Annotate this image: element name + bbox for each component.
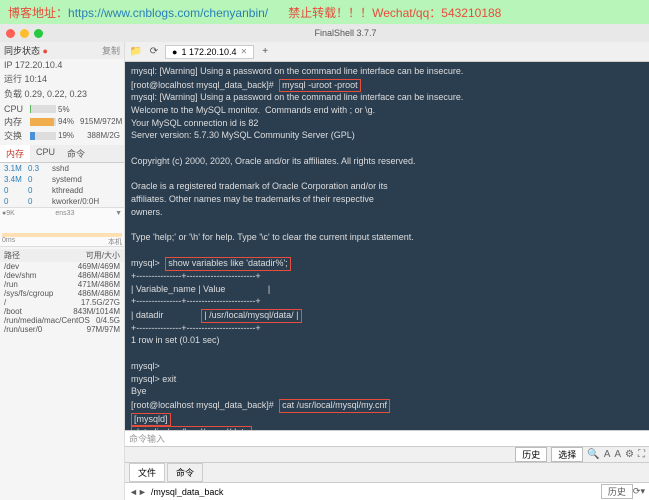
- add-tab-icon[interactable]: +: [258, 45, 272, 59]
- refresh-icon[interactable]: ⟳: [633, 486, 641, 497]
- fullscreen-icon[interactable]: ⛶: [638, 449, 645, 460]
- fs-row: /dev/shm486M/486M: [0, 271, 124, 280]
- sync-icon[interactable]: ⟳: [147, 45, 161, 59]
- sidebar: 同步状态 ● 复制 IP 172.20.10.4 运行 10:14 负载 0.2…: [0, 42, 125, 500]
- folder-icon[interactable]: 📁: [129, 45, 143, 59]
- window-titlebar: FinalShell 3.7.7: [0, 24, 649, 42]
- mem-meter: 内存94%915M/972M: [4, 115, 120, 128]
- hl-show-vars: show variables like 'datadir%';: [165, 257, 291, 271]
- sync-status: 同步状态: [4, 46, 40, 56]
- runtime-row: 运行 10:14: [0, 71, 124, 86]
- fs-row: /run/user/097M/97M: [0, 325, 124, 334]
- path-bar: ◄ ► 历史 ⟳ ▾: [125, 482, 649, 500]
- load-row: 负载 0.29, 0.22, 0.23: [0, 86, 124, 101]
- ip-row: IP 172.20.10.4: [0, 59, 124, 71]
- path-input[interactable]: [151, 487, 597, 497]
- session-tab[interactable]: ●1 172.20.10.4✕: [165, 45, 254, 59]
- tab-commands[interactable]: 命令: [167, 463, 203, 482]
- fs-row: /17.5G/27G: [0, 298, 124, 307]
- tab-files[interactable]: 文件: [129, 463, 165, 482]
- proc-row: 00kthreadd: [0, 185, 124, 196]
- net-chart: ●9Kens33▼ 0ms本机: [0, 207, 124, 247]
- process-tabs[interactable]: 内存 CPU 命令: [0, 145, 124, 163]
- fs-row: /run/media/mac/CentOS0/4.5G: [0, 316, 124, 325]
- status-bar: 历史 选择 🔍 A A ⚙ ⛶: [125, 446, 649, 462]
- path-history-button[interactable]: 历史: [601, 484, 633, 499]
- close-tab-icon[interactable]: ✕: [241, 47, 248, 56]
- toolbar: 📁 ⟳ ●1 172.20.10.4✕ +: [125, 42, 649, 62]
- hl-datadir-val: | /usr/local/mysql/data/ |: [201, 309, 301, 323]
- copy-link[interactable]: 复制: [102, 44, 120, 57]
- proc-row: 3.4M0systemd: [0, 174, 124, 185]
- tab-mem[interactable]: 内存: [0, 145, 30, 162]
- font-plus-icon[interactable]: A: [614, 449, 621, 460]
- filesystem-section: 路径可用/大小 /dev469M/469M /dev/shm486M/486M …: [0, 249, 124, 334]
- font-minus-icon[interactable]: A: [604, 449, 611, 460]
- gear-icon[interactable]: ⚙: [625, 449, 634, 460]
- more-icon[interactable]: ▾: [640, 486, 645, 497]
- close-icon[interactable]: [6, 29, 15, 38]
- fs-row: /dev469M/469M: [0, 262, 124, 271]
- tab-cmd[interactable]: 命令: [61, 145, 91, 162]
- hl-cat-cmd: cat /usr/local/mysql/my.cnf: [279, 399, 390, 413]
- proc-row: 3.1M0.3sshd: [0, 163, 124, 174]
- select-button[interactable]: 选择: [551, 447, 583, 462]
- proc-row: 00kworker/0:0H: [0, 196, 124, 207]
- command-input[interactable]: 命令输入: [129, 432, 165, 445]
- swap-meter: 交换19%388M/2G: [4, 129, 120, 142]
- blog-url[interactable]: https://www.cnblogs.com/chenyanbin/: [68, 6, 268, 20]
- minimize-icon[interactable]: [20, 29, 29, 38]
- tab-cpu[interactable]: CPU: [30, 145, 61, 162]
- hl-cmd-mysql: mysql -uroot -proot: [279, 79, 361, 93]
- fwd-icon[interactable]: ►: [138, 487, 147, 497]
- history-button[interactable]: 历史: [515, 447, 547, 462]
- fs-row: /boot843M/1014M: [0, 307, 124, 316]
- blog-banner: 博客地址：https://www.cnblogs.com/chenyanbin/…: [0, 0, 649, 24]
- back-icon[interactable]: ◄: [129, 487, 138, 497]
- terminal[interactable]: mysql: [Warning] Using a password on the…: [125, 62, 649, 430]
- bottom-tabs: 文件 命令: [125, 462, 649, 482]
- blog-url-label: 博客地址：https://www.cnblogs.com/chenyanbin/: [8, 4, 268, 21]
- window-title: FinalShell 3.7.7: [48, 28, 643, 38]
- banner-warning: 禁止转载！！！Wechat/qq：543210188: [288, 4, 501, 21]
- fs-row: /run471M/486M: [0, 280, 124, 289]
- maximize-icon[interactable]: [34, 29, 43, 38]
- cpu-meter: CPU5%: [4, 104, 120, 114]
- fs-row: /sys/fs/cgroup486M/486M: [0, 289, 124, 298]
- hl-mysqld: [mysqld]: [131, 413, 171, 427]
- search-icon[interactable]: 🔍: [587, 449, 599, 460]
